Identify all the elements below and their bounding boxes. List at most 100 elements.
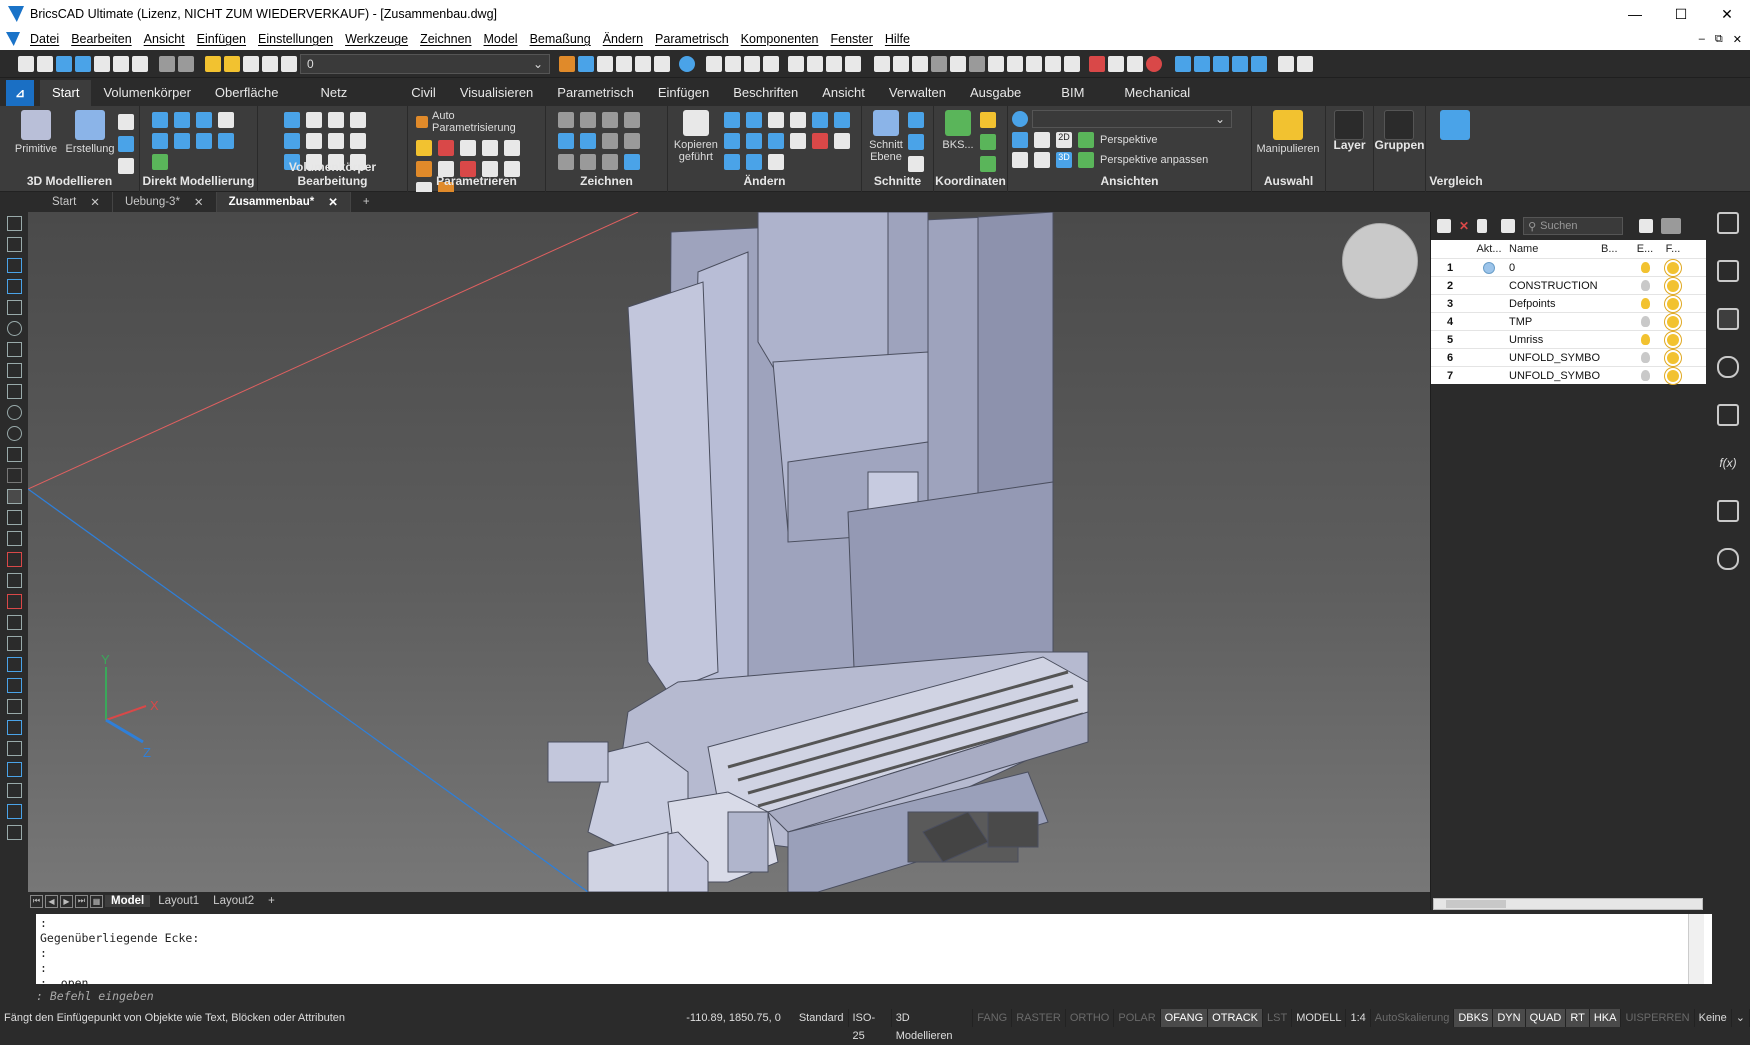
layout-icon[interactable] (1089, 55, 1105, 72)
tab-ausgabe[interactable]: Ausgabe (958, 80, 1033, 106)
spline-icon[interactable] (558, 133, 574, 149)
image-icon[interactable] (845, 55, 861, 72)
section-c-icon[interactable] (908, 156, 924, 172)
param-line-icon[interactable] (438, 140, 454, 156)
close-icon[interactable]: ✕ (194, 195, 204, 209)
plot-icon[interactable] (113, 55, 129, 72)
new-doc-tab-button[interactable]: + (351, 192, 382, 212)
box-small-icon[interactable] (118, 114, 134, 130)
view-se-icon[interactable] (912, 55, 928, 72)
application-button[interactable]: ⊿ (6, 80, 34, 106)
print-icon[interactable] (132, 55, 148, 72)
tool-sketch-icon[interactable] (6, 300, 22, 315)
menu-parametrisch[interactable]: Parametrisch (649, 32, 735, 46)
bulb-icon[interactable] (1640, 352, 1650, 363)
menu-model[interactable]: Model (478, 32, 524, 46)
bulb-on-icon[interactable] (1640, 262, 1650, 273)
explode-icon[interactable] (833, 133, 850, 149)
view-3d-button[interactable]: 3D (1056, 152, 1072, 168)
status-textstyle[interactable]: Standard (795, 1009, 849, 1027)
grips2-icon[interactable] (635, 55, 651, 72)
doc-restore-button[interactable]: ⧉ (1715, 33, 1723, 46)
save-icon[interactable] (56, 55, 72, 72)
gear-icon[interactable] (807, 55, 823, 72)
layer-current-icon[interactable] (1477, 219, 1488, 233)
menu-einfuegen[interactable]: Einfügen (191, 32, 252, 46)
chamfer-icon[interactable] (745, 154, 762, 170)
tool-stop-icon[interactable] (6, 594, 22, 609)
scale-icon[interactable] (745, 112, 762, 128)
status-modell[interactable]: MODELL (1292, 1009, 1347, 1027)
dm-union-icon[interactable] (152, 154, 168, 170)
bulb-icon[interactable] (1640, 316, 1650, 327)
tab-parametrisch[interactable]: Parametrisch (545, 80, 646, 106)
tool-ortho-icon[interactable] (6, 363, 22, 378)
doc-tab-zusammenbau[interactable]: Zusammenbau* ✕ (216, 192, 351, 212)
grips-icon[interactable] (616, 55, 632, 72)
bulb-on-icon[interactable] (1640, 298, 1650, 309)
tool-trim-icon[interactable] (6, 615, 22, 630)
vb-intersect-icon[interactable] (328, 112, 344, 128)
settings-sliders-icon[interactable] (1717, 260, 1739, 282)
status-workspace[interactable]: 3D Modellieren (892, 1009, 974, 1042)
layout-tab-layout1[interactable]: Layout1 (152, 895, 205, 907)
layout-grid-icon[interactable]: ▦ (90, 894, 103, 908)
ucs-x-icon[interactable] (980, 134, 996, 150)
tab-einfuegen[interactable]: Einfügen (646, 80, 721, 106)
look-from-control[interactable] (1342, 223, 1418, 299)
status-polar[interactable]: POLAR (1114, 1009, 1161, 1027)
vb-taper-icon[interactable] (328, 133, 344, 149)
add-layout-button[interactable]: + (262, 895, 281, 907)
tool-point-icon[interactable] (6, 468, 22, 483)
mirror-icon[interactable] (723, 112, 740, 128)
dm-box-icon[interactable] (196, 133, 212, 149)
layout-tab-model[interactable]: Model (105, 895, 151, 907)
pan3d-icon[interactable] (1213, 55, 1229, 72)
layer-search-input[interactable]: ⚲ Suchen (1523, 217, 1624, 235)
shape-small-icon[interactable] (118, 158, 134, 174)
table-row[interactable]: 1 0 (1431, 258, 1706, 276)
doc-tab-start[interactable]: Start ✕ (40, 192, 113, 212)
line-icon[interactable] (580, 133, 596, 149)
status-rt[interactable]: RT (1566, 1009, 1590, 1027)
fillet-icon[interactable] (723, 154, 740, 170)
dm-face-icon[interactable] (174, 112, 190, 128)
table-row[interactable]: 2 CONSTRUCTION (1431, 276, 1706, 294)
view-side-icon[interactable] (744, 55, 760, 72)
tool-copy-icon[interactable] (6, 657, 22, 672)
sun-icon[interactable] (1667, 333, 1679, 346)
hand-pan-icon[interactable] (1278, 55, 1294, 72)
tool-3dpoly-icon[interactable] (6, 279, 22, 294)
tool-perp-icon[interactable] (6, 531, 22, 546)
maximize-button[interactable]: ☐ (1658, 0, 1704, 28)
prev-layout-button[interactable]: ◀ (45, 894, 58, 908)
bks-button[interactable]: BKS... (938, 110, 978, 172)
dm-move-icon[interactable] (152, 112, 168, 128)
print-preview-icon[interactable] (94, 55, 110, 72)
tab-start[interactable]: Start (40, 80, 92, 106)
dm-tilt-icon[interactable] (152, 133, 168, 149)
rotate-icon[interactable] (745, 133, 762, 149)
menu-aendern[interactable]: Ändern (597, 32, 649, 46)
help-icon[interactable] (679, 55, 695, 72)
bulb-icon[interactable] (1640, 280, 1650, 291)
tool-save-icon[interactable] (6, 741, 22, 756)
structure-tree-icon[interactable] (1717, 500, 1739, 522)
menu-fenster[interactable]: Fenster (825, 32, 879, 46)
sun-icon[interactable] (1667, 369, 1679, 382)
doc-minimize-button[interactable]: – (1699, 33, 1705, 46)
zoom-icon[interactable] (1297, 55, 1313, 72)
menu-datei[interactable]: Datei (24, 32, 65, 46)
stretch-icon[interactable] (789, 112, 806, 128)
view-top-icon[interactable] (706, 55, 722, 72)
tab-netz[interactable]: Netz (309, 80, 360, 106)
tool-extend-icon[interactable] (6, 636, 22, 651)
view-iso-icon[interactable] (763, 55, 779, 72)
param-fix-icon[interactable] (504, 140, 520, 156)
layer-bulb-icon[interactable] (205, 55, 221, 72)
ucs-z-icon[interactable] (980, 156, 996, 172)
trim-icon[interactable] (811, 112, 828, 128)
move-icon[interactable] (723, 133, 740, 149)
polyline-icon[interactable] (580, 112, 596, 128)
status-quad[interactable]: QUAD (1525, 1009, 1567, 1027)
